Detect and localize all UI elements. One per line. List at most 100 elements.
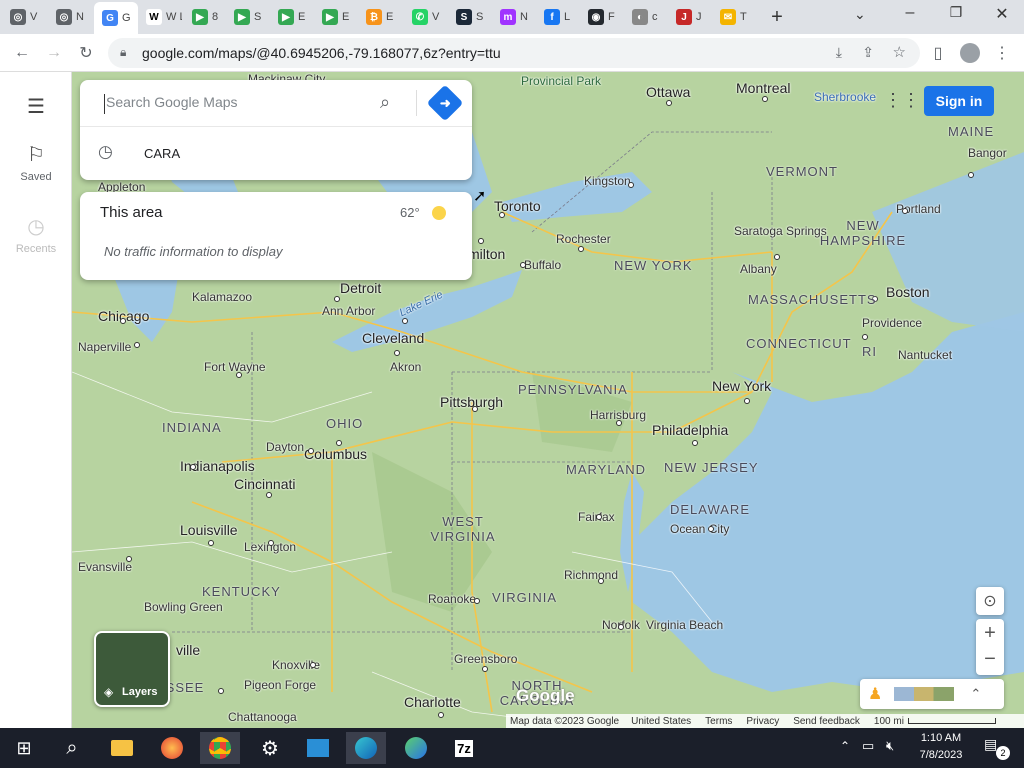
browser-tab[interactable]: fL bbox=[536, 4, 578, 30]
country-label[interactable]: United States bbox=[631, 716, 691, 727]
city-label[interactable]: Akron bbox=[390, 360, 421, 374]
city-label[interactable]: Providence bbox=[862, 316, 922, 330]
install-icon[interactable]: ⤓ bbox=[836, 44, 842, 61]
side-panel-icon[interactable]: ▯ bbox=[926, 41, 950, 65]
browser-tab[interactable]: ◎ N bbox=[48, 4, 92, 30]
close-window-button[interactable]: ✕ bbox=[990, 4, 1014, 24]
chrome-taskbar-icon[interactable] bbox=[200, 732, 240, 764]
search-input[interactable]: Search Google Maps bbox=[104, 94, 374, 114]
city-label[interactable]: Ocean City bbox=[670, 522, 729, 536]
restore-button[interactable]: ❐ bbox=[944, 4, 968, 21]
city-label[interactable]: Buffalo bbox=[524, 258, 561, 272]
browser-tab[interactable]: mN bbox=[492, 4, 534, 30]
city-label[interactable]: Detroit bbox=[340, 280, 381, 296]
7zip-icon[interactable]: 7z bbox=[444, 732, 484, 764]
city-label[interactable]: Fort Wayne bbox=[204, 360, 266, 374]
browser-tab[interactable]: ▶ 8 bbox=[184, 4, 224, 30]
settings-gear-icon[interactable]: ⚙ bbox=[250, 732, 290, 764]
forward-icon[interactable]: → bbox=[42, 41, 66, 65]
minimize-button[interactable]: – bbox=[898, 4, 922, 22]
city-label[interactable]: Virginia Beach bbox=[646, 618, 723, 632]
expand-icon[interactable]: ⌃ bbox=[970, 686, 981, 702]
address-bar[interactable]: 🔒︎ google.com/maps/@40.6945206,-79.16807… bbox=[108, 38, 920, 68]
sign-in-button[interactable]: Sign in bbox=[924, 86, 994, 116]
directions-icon[interactable]: ➜ bbox=[426, 84, 464, 122]
city-label[interactable]: Roanoke bbox=[428, 592, 476, 606]
firefox-icon[interactable] bbox=[152, 732, 192, 764]
app-window-icon[interactable] bbox=[298, 732, 338, 764]
privacy-link[interactable]: Privacy bbox=[746, 716, 779, 727]
city-label[interactable]: Philadelphia bbox=[652, 422, 728, 438]
browser-tab[interactable]: ◎ V bbox=[2, 4, 46, 30]
back-icon[interactable]: ← bbox=[10, 41, 34, 65]
volume-muted-icon[interactable]: 🔇︎ bbox=[886, 738, 894, 754]
clock-time[interactable]: 1:10 AM bbox=[912, 732, 970, 744]
chrome-menu-icon[interactable]: ⋮ bbox=[990, 41, 1014, 65]
browser-tab[interactable]: ▶ S bbox=[226, 4, 268, 30]
edge-icon[interactable] bbox=[346, 732, 386, 764]
browser-tab[interactable]: ✉ T bbox=[712, 4, 754, 30]
terms-link[interactable]: Terms bbox=[705, 716, 732, 727]
network-icon[interactable]: ▭ bbox=[862, 738, 874, 754]
search-taskbar-icon[interactable]: ⌕ bbox=[52, 732, 92, 764]
saved-button[interactable]: ⚐ Saved bbox=[0, 142, 72, 183]
start-button[interactable]: ⊞ bbox=[4, 732, 44, 764]
city-label[interactable]: Chattanooga bbox=[228, 710, 297, 724]
reload-icon[interactable]: ↻ bbox=[74, 41, 98, 65]
browser-tab[interactable]: ✆ V bbox=[404, 4, 446, 30]
browser-tab[interactable]: GG✕ bbox=[94, 2, 138, 34]
city-label[interactable]: Cincinnati bbox=[234, 476, 295, 492]
city-label[interactable]: Bangor bbox=[968, 146, 1007, 160]
city-label[interactable]: Pigeon Forge bbox=[244, 678, 316, 692]
tab-search-icon[interactable]: ⌄ bbox=[854, 6, 866, 23]
bookmark-star-icon[interactable]: ☆ bbox=[893, 43, 906, 61]
send-feedback-link[interactable]: Send feedback bbox=[793, 716, 860, 727]
vpn-app-icon[interactable] bbox=[396, 732, 436, 764]
city-label[interactable]: Nantucket bbox=[898, 348, 952, 362]
city-label[interactable]: Cleveland bbox=[362, 330, 424, 346]
recents-button[interactable]: ◷ Recents bbox=[0, 214, 72, 255]
city-label[interactable]: Albany bbox=[740, 262, 777, 276]
layers-button[interactable]: ◈ Layers bbox=[94, 631, 170, 707]
browser-tab[interactable]: SS bbox=[448, 4, 490, 30]
browser-tab[interactable]: JJ bbox=[668, 4, 710, 30]
city-label[interactable]: Dayton bbox=[266, 440, 304, 454]
my-location-button[interactable]: ⊙ bbox=[976, 587, 1004, 615]
city-label[interactable]: Charlotte bbox=[404, 694, 461, 710]
menu-icon[interactable]: ☰ bbox=[0, 94, 72, 119]
city-label[interactable]: ville bbox=[176, 642, 200, 658]
city-label[interactable]: Boston bbox=[886, 284, 930, 300]
pegman-icon[interactable]: ♟ bbox=[868, 684, 882, 704]
browser-tab[interactable]: ◐ c bbox=[624, 4, 666, 30]
city-label[interactable]: Ottawa bbox=[646, 84, 690, 100]
new-tab-button[interactable]: + bbox=[766, 6, 788, 28]
zoom-out-button[interactable]: − bbox=[984, 647, 996, 675]
city-label[interactable]: Montreal bbox=[736, 80, 790, 96]
city-label[interactable]: Kingston bbox=[584, 174, 631, 188]
city-label[interactable]: Naperville bbox=[78, 340, 131, 354]
city-label[interactable]: Ann Arbor bbox=[322, 304, 375, 318]
city-label[interactable]: Sherbrooke bbox=[814, 90, 876, 104]
recent-search-item[interactable]: ◷ CARA bbox=[80, 136, 472, 172]
clock-date[interactable]: 7/8/2023 bbox=[912, 749, 970, 761]
browser-tab[interactable]: WW L bbox=[138, 4, 182, 30]
browser-tab[interactable]: ▶ E bbox=[314, 4, 356, 30]
city-label[interactable]: New York bbox=[712, 378, 771, 394]
city-label[interactable]: Kalamazoo bbox=[192, 290, 252, 304]
city-label[interactable]: Provincial Park bbox=[516, 74, 606, 88]
scale-label[interactable]: 100 mi bbox=[874, 716, 904, 727]
show-hidden-icons[interactable]: ⌃ bbox=[840, 739, 850, 753]
city-label[interactable]: Bowling Green bbox=[144, 600, 223, 614]
city-label[interactable]: Richmond bbox=[564, 568, 618, 582]
browser-tab[interactable]: ₿ E bbox=[358, 4, 402, 30]
city-label[interactable]: Evansville bbox=[78, 560, 132, 574]
zoom-in-button[interactable]: + bbox=[984, 619, 996, 647]
share-icon[interactable]: ⇪ bbox=[862, 44, 874, 61]
city-label[interactable]: Louisville bbox=[180, 522, 238, 538]
city-label[interactable]: Rochester bbox=[556, 232, 611, 246]
google-apps-icon[interactable]: ⋮⋮ bbox=[884, 90, 920, 112]
search-icon[interactable]: ⌕ bbox=[380, 92, 390, 113]
file-explorer-icon[interactable] bbox=[102, 732, 142, 764]
city-label[interactable]: Greensboro bbox=[454, 652, 517, 666]
city-label[interactable]: milton bbox=[468, 246, 505, 262]
